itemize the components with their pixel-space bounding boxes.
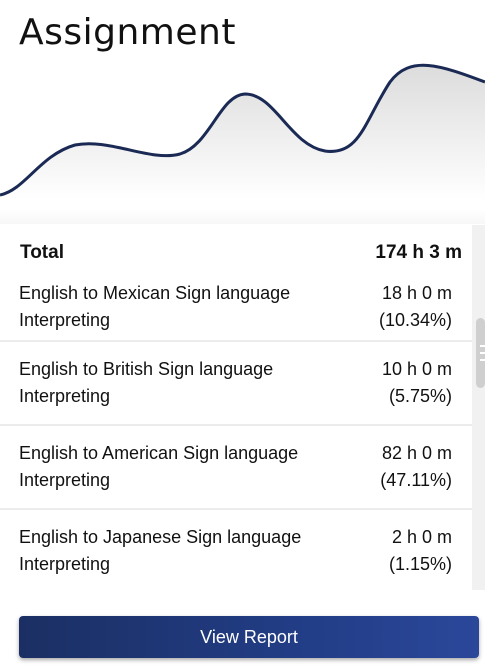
list-item: English to Mexican Sign language Interpr… [0, 278, 472, 342]
assignment-card: Assignment Total 174 h 3 m English to Me… [0, 0, 485, 672]
list-item: English to American Sign language Interp… [0, 426, 472, 510]
total-label: Total [20, 242, 64, 263]
scroll-grip-line [480, 359, 485, 361]
item-time: 18 h 0 m [381, 283, 452, 303]
item-percent: (1.15%) [388, 554, 452, 574]
total-row: Total 174 h 3 m [20, 238, 462, 268]
item-percent: (10.34%) [378, 310, 452, 330]
item-time: 10 h 0 m [381, 359, 452, 379]
section-divider [0, 210, 485, 224]
list-item: English to Japanese Sign language Interp… [0, 510, 472, 584]
item-name: English to Mexican Sign language Interpr… [19, 283, 291, 330]
trend-chart [0, 63, 485, 200]
view-report-button[interactable]: View Report [19, 616, 479, 658]
total-value: 174 h 3 m [375, 242, 462, 263]
item-name: English to American Sign language Interp… [19, 443, 299, 490]
list-item: English to British Sign language Interpr… [0, 342, 472, 426]
item-time: 82 h 0 m [381, 443, 452, 463]
item-percent: (47.11%) [380, 470, 452, 490]
assignment-list[interactable]: English to Mexican Sign language Interpr… [0, 278, 472, 584]
scroll-grip-line [480, 352, 485, 354]
scroll-grip-line [480, 345, 485, 347]
item-time: 2 h 0 m [391, 527, 452, 547]
scrollbar-track[interactable] [472, 225, 485, 590]
item-name: English to British Sign language Interpr… [19, 359, 274, 406]
item-percent: (5.75%) [388, 386, 452, 406]
page-title: Assignment [19, 12, 236, 53]
trend-area [0, 65, 485, 200]
item-name: English to Japanese Sign language Interp… [19, 527, 302, 574]
